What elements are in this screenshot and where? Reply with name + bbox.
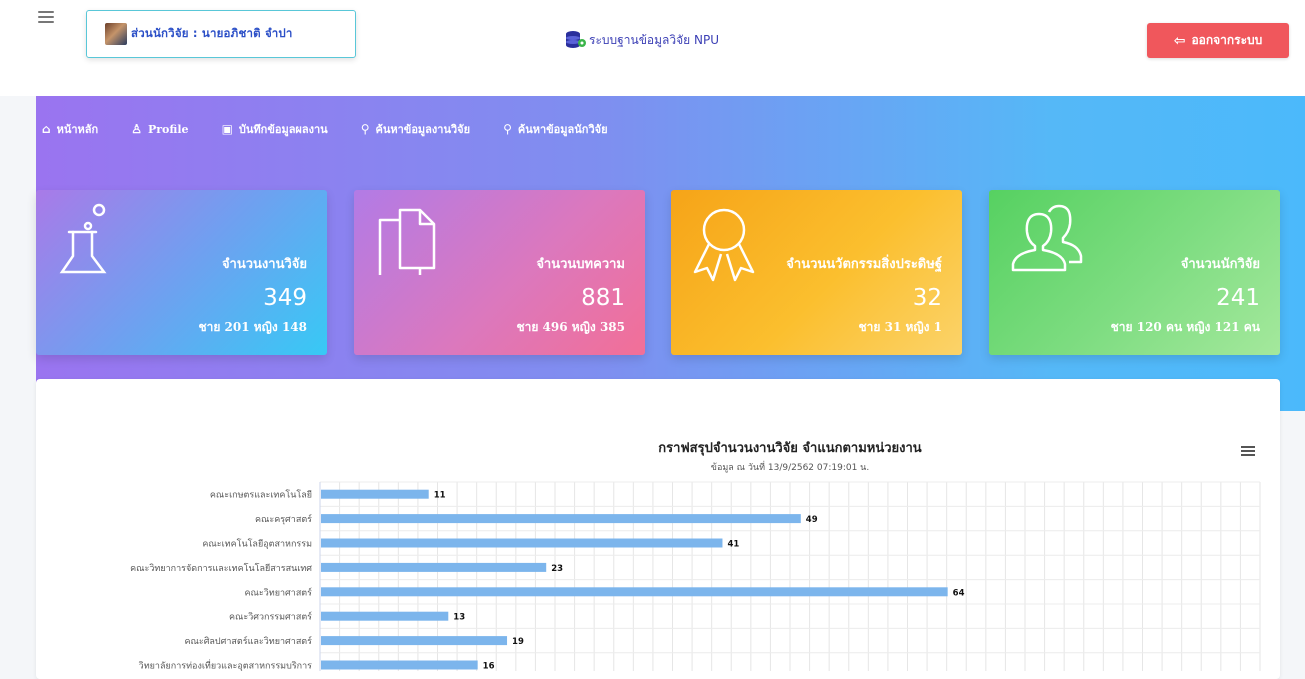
chart-bar[interactable] bbox=[321, 538, 723, 548]
bar-chart: คณะเกษตรและเทคโนโลยี 11 คณะครุศาสตร์ 49 คณะเ… bbox=[130, 481, 1261, 672]
chart-bar[interactable] bbox=[321, 611, 449, 621]
chart-data-label: 41 bbox=[727, 540, 739, 550]
chart-data-label: 13 bbox=[453, 613, 465, 623]
chart-category-label: วิทยาลัยการท่องเที่ยวและอุตสาหกรรมบริการ bbox=[139, 659, 312, 672]
chart-category-label: คณะเกษตรและเทคโนโลยี bbox=[210, 490, 312, 501]
chart-data-label: 49 bbox=[806, 515, 818, 525]
chart-data-label: 19 bbox=[512, 637, 524, 647]
chart-category-label: คณะวิศวกรรมศาสตร์ bbox=[229, 611, 312, 623]
chart-bar[interactable] bbox=[321, 587, 948, 597]
chart-data-label: 64 bbox=[953, 588, 965, 598]
chart-bar[interactable] bbox=[321, 562, 547, 572]
chart-category-label: คณะศิลปศาสตร์และวิทยาศาสตร์ bbox=[185, 635, 313, 647]
chart-data-label: 11 bbox=[434, 491, 446, 501]
chart-category-label: คณะเทคโนโลยีอุตสาหกรรม bbox=[202, 539, 312, 550]
chart-category-label: คณะวิทยาการจัดการและเทคโนโลยีสารสนเทศ bbox=[130, 563, 312, 574]
chart-bar[interactable] bbox=[321, 514, 801, 524]
chart-bar[interactable] bbox=[321, 489, 429, 499]
chart-data-label: 16 bbox=[483, 662, 495, 672]
chart-bar[interactable] bbox=[321, 660, 478, 670]
chart-bar[interactable] bbox=[321, 636, 508, 646]
chart-category-label: คณะครุศาสตร์ bbox=[255, 513, 312, 525]
chart-data-label: 23 bbox=[551, 564, 563, 574]
chart-category-label: คณะวิทยาศาสตร์ bbox=[245, 586, 313, 598]
